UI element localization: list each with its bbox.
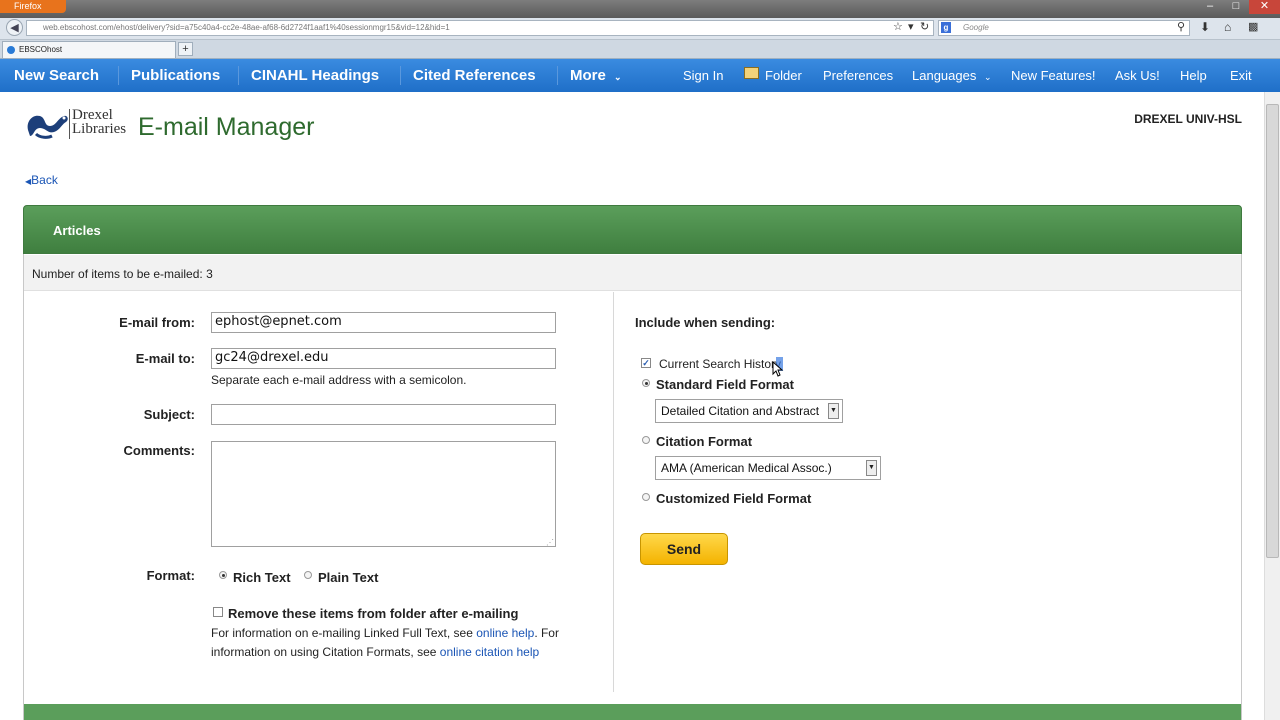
chevron-down-icon: ⌄ [614, 72, 622, 82]
back-label: Back [31, 173, 58, 187]
format-plain-radio[interactable] [304, 571, 312, 579]
new-tab-icon[interactable]: + [178, 42, 193, 56]
send-button[interactable]: Send [640, 533, 728, 565]
close-icon[interactable]: ✕ [1249, 0, 1280, 14]
home-icon[interactable]: ⌂ [1224, 20, 1231, 34]
column-divider [613, 292, 614, 692]
nav-new-search[interactable]: New Search [14, 59, 99, 92]
tab-title: EBSCOhost [19, 45, 63, 54]
email-from-field[interactable]: ephost@epnet.com [211, 312, 556, 333]
page-title: E-mail Manager [138, 113, 315, 141]
subject-field[interactable] [211, 404, 556, 425]
help-text-line1: For information on e-mailing Linked Full… [211, 626, 559, 640]
nav-separator [118, 66, 119, 85]
institution-name: DREXEL UNIV-HSL [1134, 112, 1242, 126]
include-heading: Include when sending: [635, 315, 776, 330]
nav-cinahl-headings[interactable]: CINAHL Headings [251, 59, 379, 92]
citation-format-radio[interactable] [642, 436, 650, 444]
url-bar[interactable]: web.ebscohost.com/ehost/delivery?sid=a75… [26, 20, 934, 36]
help-text-line2: information on using Citation Formats, s… [211, 645, 539, 659]
nav-ask-us[interactable]: Ask Us! [1115, 59, 1160, 92]
help-text-2: . For [534, 626, 559, 640]
nav-publications[interactable]: Publications [131, 59, 220, 92]
mouse-cursor-icon [772, 361, 784, 377]
nav-languages[interactable]: Languages ⌄ [912, 59, 992, 92]
reload-icon[interactable]: ↻ [920, 20, 929, 33]
email-from-label: E-mail from: [119, 315, 195, 330]
citation-format-label: Citation Format [656, 434, 753, 449]
nav-preferences[interactable]: Preferences [823, 59, 893, 92]
panel-header [23, 205, 1242, 254]
nav-sign-in[interactable]: Sign In [683, 59, 723, 92]
standard-format-value: Detailed Citation and Abstract [661, 404, 820, 418]
remove-items-checkbox[interactable] [213, 607, 223, 617]
chevron-down-icon[interactable]: ▼ [866, 460, 877, 476]
search-icon[interactable]: ⚲ [1177, 20, 1185, 33]
standard-format-label: Standard Field Format [656, 377, 794, 392]
nav-separator [238, 66, 239, 85]
nav-exit[interactable]: Exit [1230, 59, 1252, 92]
search-history-checkbox[interactable]: ✓ [641, 358, 651, 368]
panel-footer [24, 704, 1241, 720]
subject-label: Subject: [143, 407, 195, 422]
remove-items-label: Remove these items from folder after e-m… [228, 606, 519, 621]
back-link[interactable]: ◀Back [25, 173, 58, 187]
drexel-dragon-logo-icon [27, 115, 68, 139]
format-rich-radio[interactable] [219, 571, 227, 579]
search-history-label: Current Search History [659, 357, 782, 371]
online-citation-help-link[interactable]: online citation help [440, 645, 539, 659]
help-text-1: For information on e-mailing Linked Full… [211, 626, 477, 640]
nav-more-label: More [570, 67, 606, 84]
nav-cited-references[interactable]: Cited References [413, 59, 536, 92]
chevron-down-icon[interactable]: ▼ [828, 403, 839, 419]
citation-format-value: AMA (American Medical Assoc.) [661, 461, 832, 475]
browser-back-icon[interactable]: ◀ [6, 19, 23, 36]
ebsco-favicon-icon [7, 46, 15, 54]
nav-more[interactable]: More ⌄ [570, 59, 622, 92]
download-icon[interactable]: ⬇ [1200, 20, 1210, 34]
item-count: Number of items to be e-mailed: 3 [32, 267, 213, 281]
customized-format-radio[interactable] [642, 493, 650, 501]
comments-textarea[interactable] [211, 441, 556, 547]
bookmark-star-icon[interactable]: ☆ [893, 20, 903, 33]
google-icon[interactable]: g [941, 22, 951, 33]
logo-line-2: Libraries [72, 121, 127, 137]
drexel-libraries-logo: Drexel Libraries [72, 107, 127, 137]
standard-format-radio[interactable] [642, 379, 650, 387]
standard-format-select[interactable]: Detailed Citation and Abstract [655, 399, 843, 423]
chevron-down-icon: ⌄ [983, 72, 992, 82]
format-plain-label: Plain Text [318, 570, 379, 585]
panel-title: Articles [53, 223, 101, 238]
help-text-3: information on using Citation Formats, s… [211, 645, 440, 659]
email-to-hint: Separate each e-mail address with a semi… [211, 373, 467, 387]
online-help-link[interactable]: online help [476, 626, 534, 640]
nav-folder[interactable]: Folder [765, 59, 802, 92]
email-to-field[interactable]: gc24@drexel.edu [211, 348, 556, 369]
email-to-label: E-mail to: [135, 351, 195, 366]
citation-format-select[interactable]: AMA (American Medical Assoc.) [655, 456, 881, 480]
format-rich-label: Rich Text [233, 570, 291, 585]
resize-grip-icon[interactable]: ⋰ [546, 538, 554, 547]
nav-help[interactable]: Help [1180, 59, 1207, 92]
nav-separator [557, 66, 558, 85]
window-menu-icon[interactable]: ▩ [1248, 20, 1258, 33]
dropdown-icon[interactable]: ▾ [908, 20, 914, 33]
logo-divider [69, 109, 70, 139]
browser-tab[interactable]: EBSCOhost [2, 41, 176, 58]
nav-separator [400, 66, 401, 85]
nav-languages-label: Languages [912, 68, 977, 83]
nav-new-features[interactable]: New Features! [1011, 59, 1096, 92]
browser-search-input[interactable]: Google [938, 20, 1190, 36]
customized-format-label: Customized Field Format [656, 491, 812, 506]
maximize-icon[interactable]: □ [1223, 0, 1249, 14]
firefox-menu-button[interactable]: Firefox [0, 0, 66, 13]
comments-label: Comments: [123, 443, 195, 458]
format-label: Format: [146, 568, 195, 583]
folder-icon[interactable] [744, 67, 759, 79]
logo-line-1: Drexel [72, 107, 113, 123]
scrollbar-thumb[interactable] [1266, 104, 1279, 558]
minimize-icon[interactable]: – [1197, 0, 1223, 14]
window-titlebar [0, 0, 1280, 18]
